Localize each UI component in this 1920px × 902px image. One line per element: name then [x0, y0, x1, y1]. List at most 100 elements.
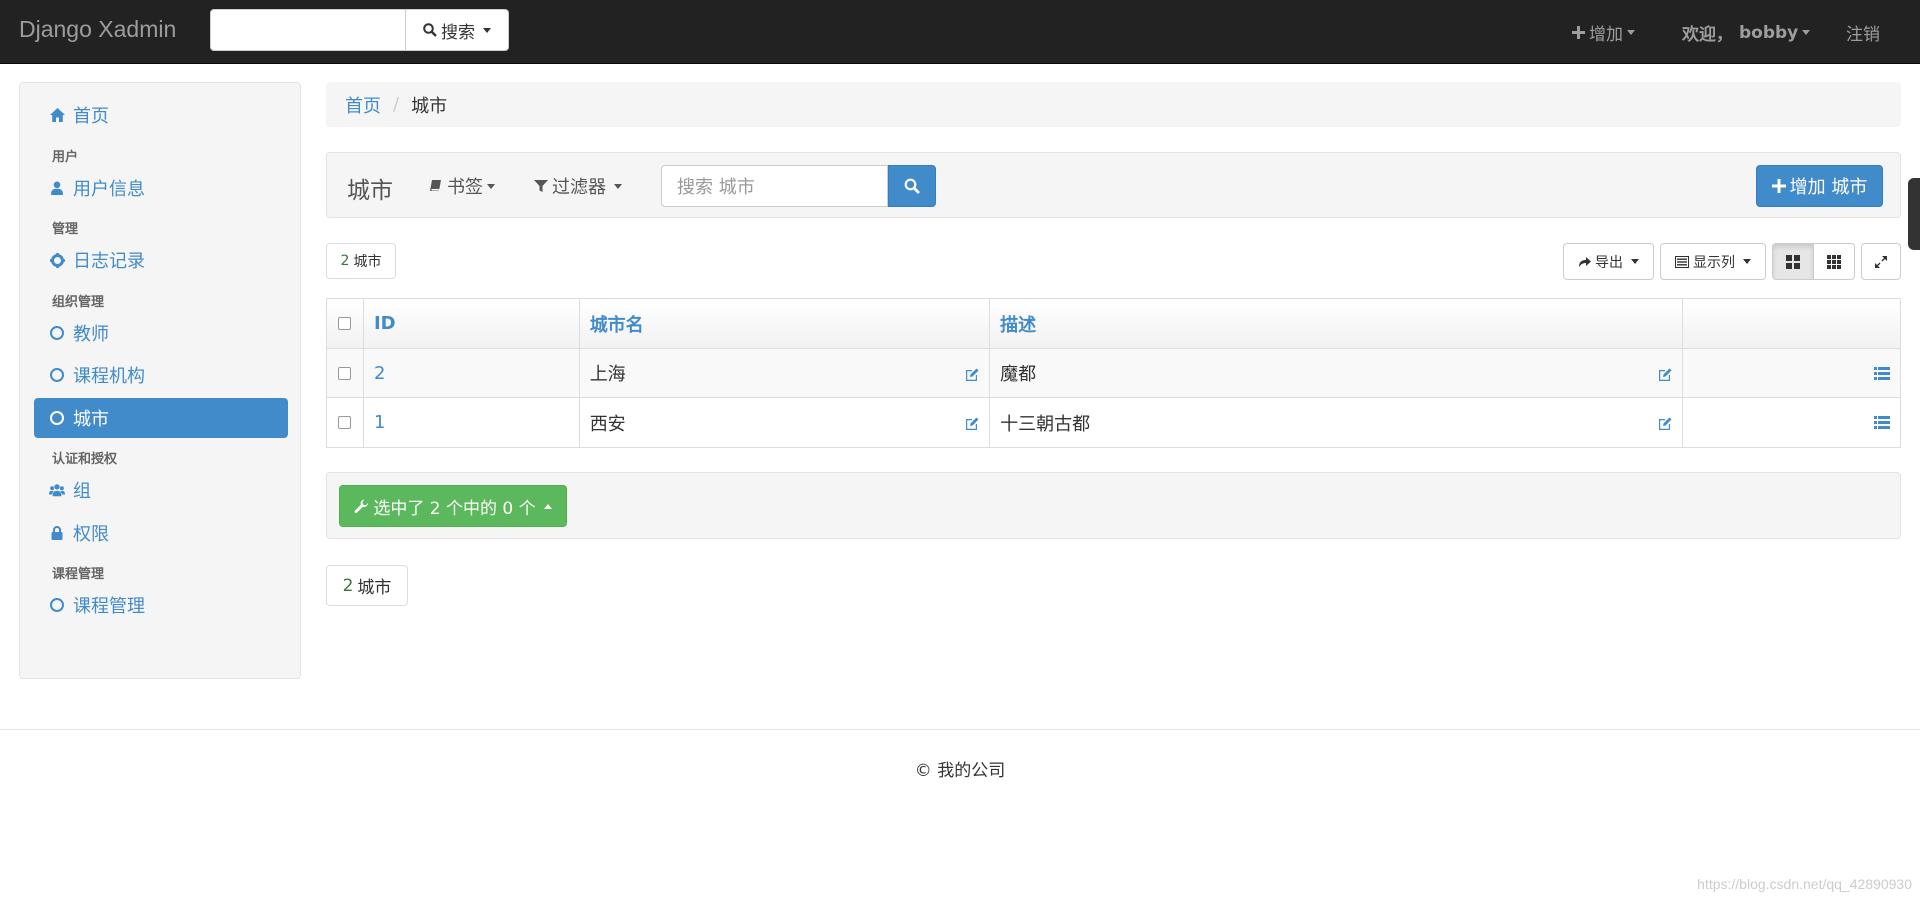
- row-name: 上海: [589, 364, 626, 385]
- edit-icon[interactable]: [965, 365, 979, 386]
- side-scroll-handle[interactable]: [1908, 178, 1920, 250]
- list-icon[interactable]: [1874, 366, 1890, 380]
- bulk-action-button[interactable]: 选中了 2 个中的 0 个: [339, 485, 567, 527]
- global-search-button[interactable]: 搜索: [406, 9, 509, 51]
- columns-button[interactable]: 显示列: [1660, 243, 1766, 280]
- row-checkbox[interactable]: [338, 416, 352, 429]
- add-city-button[interactable]: 增加 城市: [1756, 165, 1883, 207]
- wrench-icon: [354, 499, 369, 513]
- page-title: 城市: [347, 178, 393, 204]
- row-desc-cell: 魔都: [990, 349, 1684, 397]
- sidebar-item[interactable]: 日志记录: [34, 240, 288, 280]
- columns-label: 显示列: [1693, 254, 1735, 271]
- row-id-link[interactable]: 1: [374, 412, 385, 433]
- row-actions-cell: [1683, 349, 1900, 397]
- sidebar-item[interactable]: 课程机构: [34, 355, 288, 395]
- chevron-up-icon: [543, 503, 552, 509]
- view-toggle-group: [1772, 243, 1855, 280]
- export-label: 导出: [1595, 254, 1623, 271]
- filters-label: 过滤器: [552, 177, 606, 198]
- global-search-input[interactable]: [210, 9, 406, 51]
- sidebar-item-label: 城市: [73, 408, 109, 430]
- list-search-button[interactable]: [888, 165, 936, 207]
- edit-icon[interactable]: [1658, 365, 1672, 386]
- city-table: ID 城市名 描述 2 上海 魔都 1 西安 十三朝古都: [326, 298, 1901, 448]
- row-id-cell: 2: [364, 349, 580, 397]
- sidebar-section-header: 管理: [52, 222, 79, 237]
- plus-icon: [1771, 179, 1786, 193]
- breadcrumb-separator: /: [393, 94, 400, 115]
- nav-add-menu[interactable]: 增加: [1572, 20, 1635, 45]
- logout-link[interactable]: 注销: [1846, 20, 1880, 45]
- circle-icon: [49, 368, 65, 382]
- brand-logo[interactable]: Django Xadmin: [19, 16, 176, 43]
- bottom-result-count: 2 城市: [326, 565, 408, 606]
- th-large-icon: [1785, 254, 1800, 269]
- sidebar-item[interactable]: 权限: [34, 513, 288, 553]
- breadcrumb: 首页 / 城市: [326, 82, 1901, 127]
- edit-icon[interactable]: [1658, 414, 1672, 435]
- sidebar-item-label: 课程机构: [73, 366, 145, 387]
- result-count-badge: 2 城市: [326, 243, 396, 279]
- export-button[interactable]: 导出: [1563, 243, 1654, 280]
- row-desc-cell: 十三朝古都: [990, 398, 1684, 447]
- list-icon[interactable]: [1874, 416, 1890, 429]
- nav-user-menu[interactable]: 欢迎， bobby: [1682, 20, 1811, 45]
- sidebar-item[interactable]: 教师: [34, 313, 288, 353]
- column-header-desc[interactable]: 描述: [990, 299, 1684, 348]
- list-toolbar: 城市 书签 过滤器 搜索 城市 增加 城市: [326, 152, 1901, 218]
- sidebar-item[interactable]: 首页: [34, 95, 288, 135]
- circle-icon: [49, 598, 65, 612]
- bookmarks-dropdown[interactable]: 书签: [429, 173, 495, 199]
- nav-add-label: 增加: [1589, 25, 1623, 45]
- sidebar-item-label: 日志记录: [73, 251, 145, 272]
- breadcrumb-home-link[interactable]: 首页: [345, 92, 381, 118]
- row-name-cell: 上海: [580, 349, 991, 397]
- fullscreen-button[interactable]: [1861, 243, 1901, 280]
- bottom-count-unit: 城市: [357, 578, 392, 598]
- watermark-text: https://blog.csdn.net/qq_42890930: [1697, 876, 1912, 892]
- sidebar-item[interactable]: 用户信息: [34, 168, 288, 208]
- chevron-down-icon: [614, 183, 622, 189]
- chevron-down-icon: [1627, 30, 1635, 35]
- sidebar-item[interactable]: 组: [34, 470, 288, 510]
- row-id-link[interactable]: 2: [374, 363, 385, 384]
- global-search: 搜索: [210, 9, 509, 51]
- row-select-cell: [327, 398, 364, 447]
- sidebar-section-header: 组织管理: [52, 294, 105, 310]
- sidebar-item[interactable]: 城市: [34, 397, 288, 438]
- circle-icon: [49, 410, 65, 425]
- table-row: 1 西安 十三朝古都: [327, 398, 1900, 447]
- list-alt-icon: [1675, 255, 1689, 268]
- row-select-cell: [327, 349, 364, 397]
- sidebar-item-label: 教师: [73, 323, 109, 345]
- sidebar-item-label: 课程管理: [73, 596, 145, 617]
- sidebar-item-label: 权限: [73, 523, 109, 545]
- edit-icon[interactable]: [965, 414, 979, 435]
- sidebar-item[interactable]: 课程管理: [34, 585, 288, 625]
- row-desc: 十三朝古都: [1000, 413, 1091, 435]
- table-row: 2 上海 魔都: [327, 349, 1900, 398]
- filter-icon: [534, 180, 548, 192]
- filters-dropdown[interactable]: 过滤器: [534, 173, 622, 199]
- sidebar-section-header: 课程管理: [52, 567, 105, 582]
- result-count-number: 2: [340, 253, 350, 269]
- select-all-checkbox[interactable]: [338, 317, 352, 330]
- bulk-action-panel: 选中了 2 个中的 0 个: [326, 472, 1901, 539]
- small-grid-view-button[interactable]: [1813, 243, 1855, 280]
- column-header-name[interactable]: 城市名: [580, 299, 991, 348]
- sidebar-item-label: 用户信息: [73, 178, 145, 200]
- large-grid-view-button[interactable]: [1772, 243, 1814, 280]
- chevron-down-icon: [487, 183, 495, 189]
- column-header-id[interactable]: ID: [364, 299, 580, 348]
- row-checkbox[interactable]: [338, 366, 352, 380]
- user-icon: [49, 181, 65, 195]
- plus-icon: [1572, 26, 1585, 39]
- book-icon: [430, 180, 441, 191]
- home-icon: [49, 108, 65, 122]
- list-search-input[interactable]: 搜索 城市: [661, 165, 888, 207]
- th-icon: [1826, 254, 1841, 269]
- chevron-down-icon: [1802, 30, 1811, 35]
- sidebar-nav: 首页 用户 用户信息 管理 日志记录 组织管理 教师 课程机构 城市 认证和授权组权限 课程管理 课程…: [19, 82, 301, 679]
- bottom-count-number: 2: [342, 575, 354, 596]
